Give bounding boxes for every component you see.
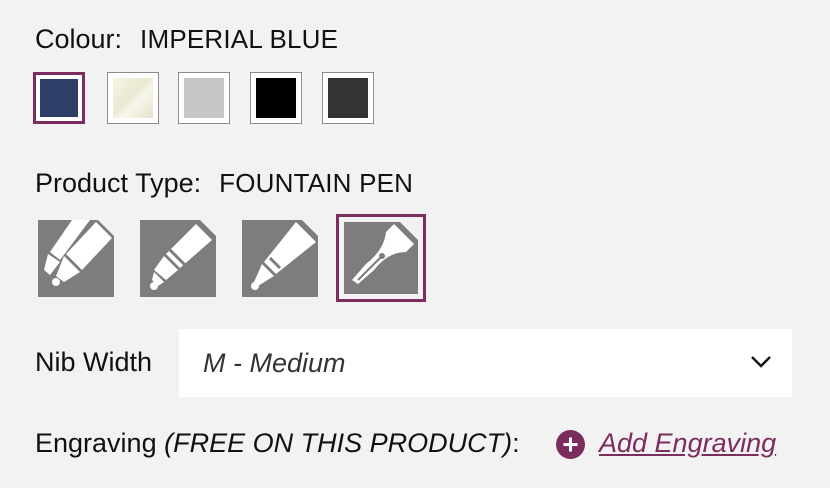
colour-label: Colour: xyxy=(35,24,123,54)
swatch-black[interactable] xyxy=(250,72,302,124)
swatch-fill xyxy=(184,78,224,118)
add-engraving-link[interactable]: Add Engraving xyxy=(599,428,776,459)
product-type-rollerball[interactable] xyxy=(140,220,216,297)
nib-width-select[interactable]: M - Medium xyxy=(179,329,792,397)
swatch-fill xyxy=(328,78,368,118)
swatch-fill xyxy=(113,78,153,118)
product-type-tile xyxy=(344,222,418,294)
product-type-row: Product Type: FOUNTAIN PEN xyxy=(35,168,413,199)
swatch-charcoal[interactable] xyxy=(322,72,374,124)
engraving-colon: : xyxy=(512,428,520,458)
product-type-label: Product Type: xyxy=(35,168,202,198)
product-type-ballpoint[interactable] xyxy=(38,220,114,297)
plus-circle-icon xyxy=(563,437,578,452)
product-type-fineliner[interactable] xyxy=(242,220,318,297)
nib-width-label: Nib Width xyxy=(35,347,153,377)
swatch-fill xyxy=(256,78,296,118)
ballpoint-pen-icon xyxy=(44,220,114,286)
engraving-title: Engraving xyxy=(35,428,157,458)
product-type-selected-value: FOUNTAIN PEN xyxy=(219,168,414,198)
rollerball-pen-icon xyxy=(150,220,216,290)
swatch-imperial-blue[interactable] xyxy=(33,72,85,124)
chevron-down-icon xyxy=(751,356,771,368)
colour-selected-value: IMPERIAL BLUE xyxy=(140,24,339,54)
fountain-pen-nib-icon xyxy=(352,222,418,284)
colour-row: Colour: IMPERIAL BLUE xyxy=(35,24,338,55)
swatch-fill xyxy=(40,79,78,117)
engraving-note: (FREE ON THIS PRODUCT) xyxy=(164,428,513,458)
nib-width-value: M - Medium xyxy=(203,348,346,378)
fineliner-pen-icon xyxy=(251,220,318,290)
engraving-label: Engraving (FREE ON THIS PRODUCT): xyxy=(35,428,520,459)
swatch-ivory[interactable] xyxy=(107,72,159,124)
swatch-silver[interactable] xyxy=(178,72,230,124)
add-engraving-button[interactable] xyxy=(556,430,585,459)
product-type-fountain-pen[interactable] xyxy=(336,214,426,302)
